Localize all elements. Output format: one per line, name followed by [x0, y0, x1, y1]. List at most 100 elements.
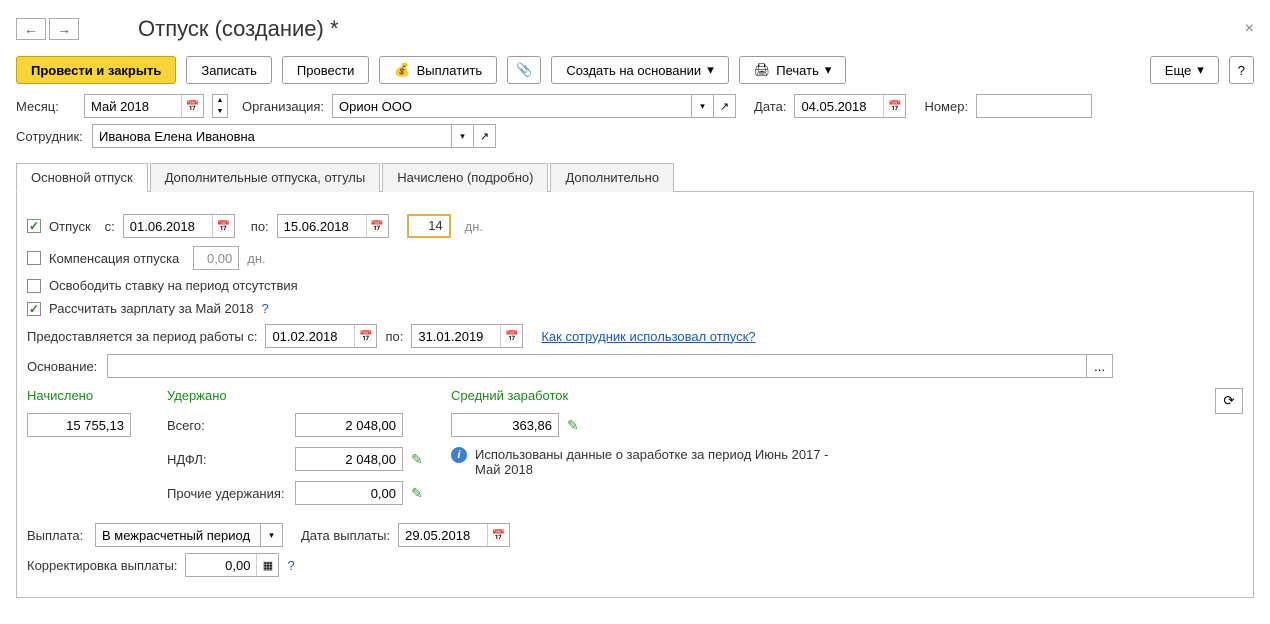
calendar-icon [370, 220, 384, 233]
basis-input[interactable] [107, 354, 1087, 378]
pay-date-field[interactable] [398, 523, 510, 547]
correction-help[interactable]: ? [287, 558, 294, 573]
spinner-down[interactable]: ▼ [213, 106, 227, 117]
calc-salary-help[interactable]: ? [261, 301, 268, 316]
create-based-on-button[interactable]: Создать на основании ▾ [551, 56, 728, 84]
close-button[interactable]: × [1245, 20, 1254, 38]
nav-forward-button[interactable]: → [49, 18, 79, 40]
payment-label: Выплата: [27, 528, 87, 543]
vac-from-input[interactable] [124, 215, 212, 237]
vac-to-field[interactable] [277, 214, 389, 238]
more-button[interactable]: Еще ▾ [1150, 56, 1219, 84]
post-and-close-button[interactable]: Провести и закрыть [16, 56, 176, 84]
comp-days-unit: дн. [247, 251, 265, 266]
number-input[interactable] [976, 94, 1092, 118]
other-label: Прочие удержания: [167, 486, 287, 501]
pay-date-label: Дата выплаты: [301, 528, 390, 543]
calendar-icon [492, 529, 506, 542]
calc-salary-checkbox[interactable] [27, 302, 41, 316]
period-from-cal-button[interactable] [354, 325, 376, 347]
free-rate-checkbox[interactable] [27, 279, 41, 293]
period-to-cal-button[interactable] [500, 325, 522, 347]
vac-from-field[interactable] [123, 214, 235, 238]
post-button[interactable]: Провести [282, 56, 370, 84]
period-to-field[interactable] [411, 324, 523, 348]
info-icon: i [451, 447, 467, 463]
payment-select[interactable]: ▾ [95, 523, 283, 547]
other-input[interactable] [295, 481, 403, 505]
month-spinner[interactable]: ▲ ▼ [212, 94, 228, 118]
date-calendar-button[interactable] [883, 95, 905, 117]
attach-button[interactable] [507, 56, 541, 84]
period-to-input[interactable] [412, 325, 500, 347]
refresh-icon: ⟳ [1223, 393, 1234, 409]
days-count[interactable]: 14 [407, 214, 451, 238]
payment-select-input[interactable] [95, 523, 261, 547]
nav-back-button[interactable]: ← [16, 18, 46, 40]
correction-field[interactable] [185, 553, 279, 577]
vac-to-input[interactable] [278, 215, 366, 237]
calendar-icon [888, 100, 902, 113]
pay-date-cal-button[interactable] [487, 524, 509, 546]
ndfl-input[interactable] [295, 447, 403, 471]
avg-edit-icon[interactable]: ✎ [567, 417, 579, 434]
total-label: Всего: [167, 418, 287, 433]
tab-bar: Основной отпуск Дополнительные отпуска, … [16, 162, 1254, 192]
compensation-input[interactable] [193, 246, 239, 270]
tab-main-vacation[interactable]: Основной отпуск [16, 163, 148, 192]
month-label: Месяц: [16, 99, 76, 114]
ndfl-edit-icon[interactable]: ✎ [411, 451, 423, 468]
open-icon [720, 100, 729, 113]
month-field[interactable] [84, 94, 204, 118]
vacation-checkbox[interactable] [27, 219, 41, 233]
number-label: Номер: [924, 99, 968, 114]
employee-lookup[interactable]: ▾ [92, 124, 496, 148]
accrued-header: Начислено [27, 388, 143, 403]
correction-input[interactable] [186, 554, 256, 576]
spinner-up[interactable]: ▲ [213, 95, 227, 106]
period-from-input[interactable] [266, 325, 354, 347]
org-open-button[interactable] [714, 94, 736, 118]
calc-salary-label: Рассчитать зарплату за Май 2018 [49, 301, 253, 316]
total-input[interactable] [295, 413, 403, 437]
org-input[interactable] [332, 94, 692, 118]
period-label: Предоставляется за период работы с: [27, 329, 257, 344]
withheld-header: Удержано [167, 388, 427, 403]
print-button[interactable]: Печать ▾ [739, 56, 847, 84]
org-dropdown-button[interactable]: ▾ [692, 94, 714, 118]
month-input[interactable] [85, 95, 181, 117]
basis-select-button[interactable]: ... [1087, 354, 1113, 378]
other-edit-icon[interactable]: ✎ [411, 485, 423, 502]
ndfl-label: НДФЛ: [167, 452, 287, 467]
vacation-usage-link[interactable]: Как сотрудник использовал отпуск? [541, 329, 755, 344]
accrued-input[interactable] [27, 413, 131, 437]
payment-select-dropdown[interactable]: ▾ [261, 523, 283, 547]
period-from-field[interactable] [265, 324, 377, 348]
create-based-label: Создать на основании [566, 63, 701, 78]
tab-extra[interactable]: Дополнительно [550, 163, 674, 192]
date-field[interactable] [794, 94, 906, 118]
employee-input[interactable] [92, 124, 452, 148]
pay-date-input[interactable] [399, 524, 487, 546]
tab-additional[interactable]: Дополнительные отпуска, отгулы [150, 163, 381, 192]
date-input[interactable] [795, 95, 883, 117]
compensation-checkbox[interactable] [27, 251, 41, 265]
employee-dropdown-button[interactable]: ▾ [452, 124, 474, 148]
tab-pane-main: Отпуск с: по: 14 дн. Компенсация отпуска… [16, 192, 1254, 598]
calendar-icon [505, 330, 519, 343]
pay-button[interactable]: Выплатить [379, 56, 497, 84]
employee-open-button[interactable] [474, 124, 496, 148]
help-button[interactable]: ? [1229, 56, 1254, 84]
org-lookup[interactable]: ▾ [332, 94, 736, 118]
printer-icon [754, 62, 771, 78]
recalculate-button[interactable]: ⟳ [1215, 388, 1243, 414]
chevron-down-icon: ▾ [1197, 62, 1204, 78]
month-calendar-button[interactable] [181, 95, 203, 117]
vac-to-cal-button[interactable] [366, 215, 388, 237]
correction-calc-button[interactable] [256, 554, 278, 576]
save-button[interactable]: Записать [186, 56, 272, 84]
vac-from-cal-button[interactable] [212, 215, 234, 237]
tab-accrued-detailed[interactable]: Начислено (подробно) [382, 163, 548, 192]
org-label: Организация: [242, 99, 324, 114]
avg-input[interactable] [451, 413, 559, 437]
